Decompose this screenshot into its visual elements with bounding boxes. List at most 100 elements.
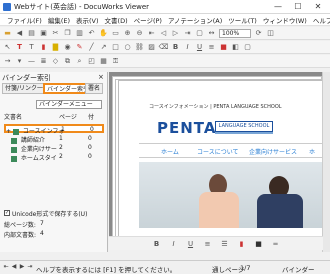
- folder-icon[interactable]: ▬: [3, 29, 12, 38]
- stamp-icon[interactable]: ◉: [63, 43, 72, 52]
- rotate-icon[interactable]: ⟳: [254, 29, 263, 38]
- text-box-icon[interactable]: T: [27, 43, 36, 52]
- nav-home[interactable]: ホーム: [161, 147, 179, 156]
- color-icon[interactable]: ■: [219, 43, 228, 52]
- next-page-button[interactable]: ▶: [18, 263, 26, 270]
- arrow-dropdown-icon[interactable]: ▾: [15, 57, 24, 66]
- line-weight-icon[interactable]: ≣: [39, 57, 48, 66]
- col-annotation[interactable]: 付: [88, 112, 94, 121]
- zoom-out-icon[interactable]: ⊖: [135, 29, 144, 38]
- last-page-button[interactable]: ⇥: [26, 263, 34, 270]
- image-icon[interactable]: ▨: [147, 43, 156, 52]
- pen-icon[interactable]: ✎: [75, 43, 84, 52]
- cut-icon[interactable]: ✂: [51, 29, 60, 38]
- ocr-icon[interactable]: ◰: [87, 57, 96, 66]
- list-item[interactable]: ホームスタイ 2 0: [4, 153, 104, 162]
- nav-more[interactable]: ホ: [309, 147, 315, 156]
- border-icon[interactable]: ▢: [243, 43, 252, 52]
- underline-icon[interactable]: U: [195, 43, 204, 52]
- prev-page-icon[interactable]: ◁: [159, 29, 168, 38]
- save-icon[interactable]: ▣: [39, 29, 48, 38]
- list-item[interactable]: 企業向けサー 2 0: [4, 144, 104, 153]
- highlight-icon[interactable]: ▮: [237, 239, 246, 248]
- paste-icon[interactable]: ▥: [75, 29, 84, 38]
- search-icon[interactable]: ⌕: [75, 57, 84, 66]
- toolbar-tools: → ▾ — ≣ ◇ ⧉ ⌕ ◰ ▦ ⚿: [0, 55, 330, 68]
- back-icon[interactable]: ◀: [15, 29, 24, 38]
- document-icon: [12, 128, 19, 135]
- align-icon[interactable]: ≡: [207, 43, 216, 52]
- document-icon: [11, 146, 17, 153]
- italic-icon[interactable]: I: [169, 239, 178, 248]
- pointer-icon[interactable]: ↖: [3, 43, 12, 52]
- list-icon[interactable]: ☰: [220, 239, 229, 248]
- select-icon[interactable]: ▭: [111, 29, 120, 38]
- menu-edit[interactable]: 編集(E): [45, 15, 73, 25]
- view-icon[interactable]: ◫: [266, 29, 275, 38]
- nav-corporate[interactable]: 企業向けサービス: [249, 147, 297, 156]
- underline-icon[interactable]: U: [186, 239, 195, 248]
- ellipse-icon[interactable]: ○: [123, 43, 132, 52]
- menu-tools[interactable]: ツール(T): [225, 15, 260, 25]
- hand-icon[interactable]: ✋: [99, 29, 108, 38]
- menu-page[interactable]: ページ(P): [131, 15, 165, 25]
- close-button[interactable]: ✕: [308, 1, 328, 12]
- unicode-checkbox[interactable]: ✓: [4, 210, 10, 216]
- menu-document[interactable]: 文書(D): [102, 15, 131, 25]
- security-icon[interactable]: ⚿: [111, 57, 120, 66]
- arrow-icon[interactable]: ↗: [99, 43, 108, 52]
- list-item[interactable]: 講師紹介 1 0: [4, 135, 104, 144]
- prev-page-button[interactable]: ◀: [10, 263, 18, 270]
- menu-window[interactable]: ウィンドウ(W): [260, 15, 310, 25]
- col-document-name[interactable]: 文書名: [4, 112, 22, 121]
- total-pages-label: 総ページ数:: [4, 222, 36, 229]
- last-page-icon[interactable]: ⇥: [183, 29, 192, 38]
- rect-icon[interactable]: □: [111, 43, 120, 52]
- panel-close-button[interactable]: ×: [98, 73, 104, 81]
- dash-icon[interactable]: —: [27, 57, 36, 66]
- menu-annotation[interactable]: アノテーション(A): [165, 15, 225, 25]
- first-page-icon[interactable]: ⇤: [147, 29, 156, 38]
- link-icon[interactable]: ⛓: [135, 43, 144, 52]
- color-icon[interactable]: ■: [254, 239, 263, 248]
- eraser-icon[interactable]: ⌫: [159, 43, 169, 52]
- bold-icon[interactable]: B: [152, 239, 161, 248]
- group-icon[interactable]: ⧉: [63, 57, 72, 66]
- maximize-button[interactable]: ☐: [288, 1, 308, 12]
- tab-signature[interactable]: 署名: [85, 83, 104, 94]
- text-icon[interactable]: T: [15, 43, 24, 52]
- menu-file[interactable]: ファイル(F): [4, 15, 45, 25]
- align-icon[interactable]: ≡: [203, 239, 212, 248]
- arrow-right-icon[interactable]: →: [3, 57, 12, 66]
- line-icon[interactable]: ╱: [87, 43, 96, 52]
- marker-icon[interactable]: ▮: [39, 43, 48, 52]
- menu-view[interactable]: 表示(V): [73, 15, 102, 25]
- fit-page-icon[interactable]: ▢: [195, 29, 204, 38]
- document-name: 講師紹介: [20, 137, 45, 144]
- next-page-icon[interactable]: ▷: [171, 29, 180, 38]
- zoom-select[interactable]: 100%: [219, 28, 251, 38]
- vertical-scrollbar[interactable]: [322, 72, 330, 252]
- bold-icon[interactable]: B: [171, 43, 180, 52]
- line-style-icon[interactable]: ═: [271, 239, 280, 248]
- sticky-note-icon[interactable]: ▇: [51, 43, 60, 52]
- brand-underline: [215, 132, 273, 134]
- first-page-button[interactable]: ⇤: [2, 263, 10, 270]
- italic-icon[interactable]: I: [183, 43, 192, 52]
- fit-width-icon[interactable]: ↔: [207, 29, 216, 38]
- print-icon[interactable]: ▤: [27, 29, 36, 38]
- shape-icon[interactable]: ◇: [51, 57, 60, 66]
- expand-toggle[interactable]: +: [6, 128, 11, 135]
- undo-icon[interactable]: ↶: [87, 29, 96, 38]
- list-item[interactable]: + コースインフォ 1 0: [4, 124, 104, 135]
- binder-menu-dropdown[interactable]: バインダーメニュー: [36, 100, 102, 109]
- nav-course[interactable]: コースについて: [197, 147, 239, 156]
- zoom-in-icon[interactable]: ⊕: [123, 29, 132, 38]
- minimize-button[interactable]: —: [268, 1, 288, 12]
- copy-icon[interactable]: ❐: [63, 29, 72, 38]
- binder-icon[interactable]: ▦: [99, 57, 108, 66]
- fill-icon[interactable]: ◧: [231, 43, 240, 52]
- menu-help[interactable]: ヘルプ(H): [310, 15, 330, 25]
- col-page[interactable]: ページ: [59, 112, 77, 121]
- title-bar: Webサイト(英会話) - DocuWorks Viewer — ☐ ✕: [0, 0, 330, 14]
